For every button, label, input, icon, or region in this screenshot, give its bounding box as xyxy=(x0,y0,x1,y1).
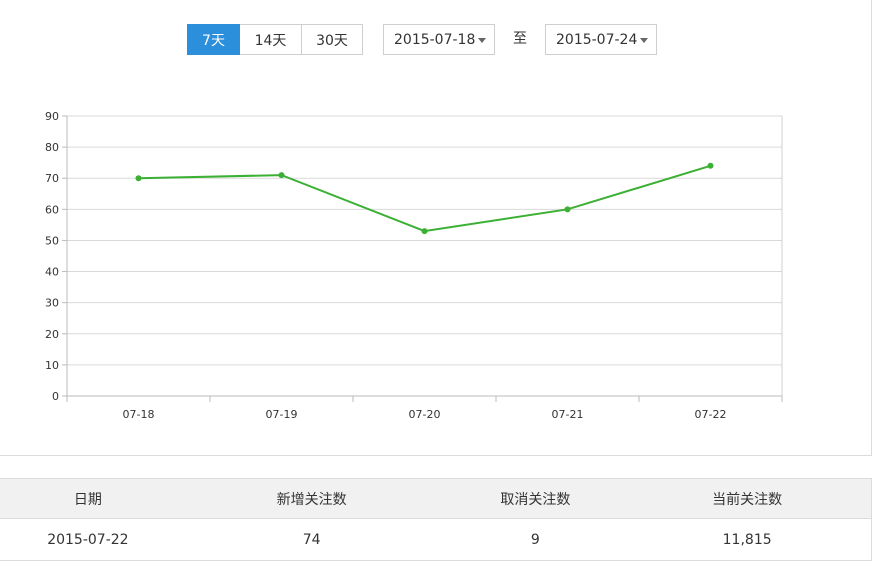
cell-current-follows: 11,815 xyxy=(722,531,772,548)
start-date-value: 2015-07-18 xyxy=(394,31,476,48)
data-point xyxy=(421,228,428,235)
y-tick-label: 10 xyxy=(45,359,59,372)
y-tick-label: 30 xyxy=(45,297,59,310)
chevron-down-icon xyxy=(640,38,648,43)
data-point xyxy=(564,206,571,213)
stats-table: 日期 新增关注数 取消关注数 当前关注数 2015-07-22 74 9 11,… xyxy=(0,478,872,561)
cell-new-follows: 74 xyxy=(302,531,321,548)
start-date-select[interactable]: 2015-07-18 xyxy=(383,24,495,55)
range-30-days-button[interactable]: 30天 xyxy=(302,24,363,55)
y-tick-label: 60 xyxy=(45,203,59,216)
y-axis-ticks: 0 10 20 30 40 50 60 70 80 90 xyxy=(45,110,68,403)
x-tick-label: 07-19 xyxy=(266,408,298,421)
y-tick-label: 80 xyxy=(45,141,59,154)
chart-panel: 7天 14天 30天 2015-07-18 至 2015-07-24 0 10 20… xyxy=(0,0,872,456)
chart-series xyxy=(135,162,714,235)
series-line xyxy=(138,164,711,233)
range-button-group: 7天 14天 30天 xyxy=(187,24,363,55)
line-chart: 0 10 20 30 40 50 60 70 80 90 07-18 07-19 07-20 07-21… xyxy=(45,110,783,421)
data-point xyxy=(135,175,142,182)
data-point xyxy=(707,162,714,169)
y-tick-label: 20 xyxy=(45,328,59,341)
cell-date: 2015-07-22 xyxy=(47,531,129,548)
x-axis: 07-18 07-19 07-20 07-21 07-22 xyxy=(66,395,783,421)
range-14-days-button[interactable]: 14天 xyxy=(240,24,302,55)
data-point xyxy=(278,172,285,179)
chart-gridlines xyxy=(67,115,783,396)
y-tick-label: 40 xyxy=(45,266,59,279)
end-date-value: 2015-07-24 xyxy=(556,31,638,48)
y-tick-label: 70 xyxy=(45,172,59,185)
cell-unfollows: 9 xyxy=(530,531,540,548)
header-unfollows: 取消关注数 xyxy=(500,491,571,508)
x-tick-label: 07-21 xyxy=(552,408,584,421)
range-7-days-button[interactable]: 7天 xyxy=(187,24,240,55)
y-tick-label: 90 xyxy=(45,110,59,123)
date-range-separator: 至 xyxy=(513,31,527,47)
end-date-select[interactable]: 2015-07-24 xyxy=(545,24,657,55)
x-tick-label: 07-20 xyxy=(409,408,441,421)
chevron-down-icon xyxy=(478,38,486,43)
y-tick-label: 0 xyxy=(52,390,59,403)
x-tick-label: 07-18 xyxy=(123,408,155,421)
table-row: 2015-07-22 74 9 11,815 xyxy=(0,519,872,561)
y-tick-label: 50 xyxy=(45,234,59,247)
x-tick-label: 07-22 xyxy=(695,408,727,421)
header-new-follows: 新增关注数 xyxy=(276,491,347,508)
table-header: 日期 新增关注数 取消关注数 当前关注数 xyxy=(0,478,872,519)
header-date: 日期 xyxy=(73,491,102,508)
header-current-follows: 当前关注数 xyxy=(712,491,783,508)
